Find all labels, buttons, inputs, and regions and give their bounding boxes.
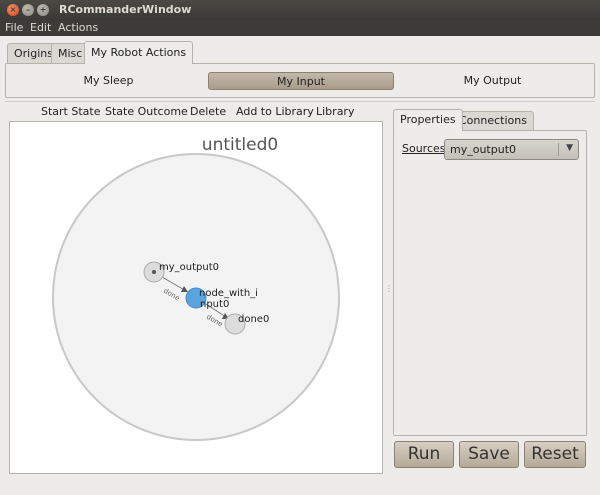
graph-canvas[interactable]: untitled0 done done my_output0 node_with… — [9, 121, 383, 474]
maximize-icon[interactable]: + — [37, 4, 49, 16]
action-my-sleep[interactable]: My Sleep — [16, 72, 201, 90]
menu-bar: File Edit Actions — [0, 20, 600, 36]
tab-connections[interactable]: Connections — [452, 111, 534, 131]
state-outcome-button[interactable]: State Outcome — [105, 105, 188, 118]
menu-file[interactable]: File — [5, 21, 23, 34]
actions-panel: My Sleep My Input My Output — [5, 63, 595, 98]
close-icon[interactable]: × — [7, 4, 19, 16]
action-my-output[interactable]: My Output — [400, 72, 585, 90]
start-state-button[interactable]: Start State — [41, 105, 101, 118]
tab-robot-actions[interactable]: My Robot Actions — [84, 41, 194, 64]
library-button[interactable]: Library — [316, 105, 354, 118]
run-button[interactable]: Run — [394, 441, 454, 468]
chevron-down-icon: ▼ — [566, 143, 573, 153]
sources-label: Sources — [402, 142, 446, 155]
action-my-input[interactable]: My Input — [208, 72, 394, 90]
menu-edit[interactable]: Edit — [30, 21, 51, 34]
sources-label-text: Sources — [402, 142, 446, 155]
sources-value: my_output0 — [450, 143, 517, 156]
state-node-label: node_with_i — [199, 288, 258, 299]
add-to-library-button[interactable]: Add to Library — [236, 105, 314, 118]
reset-button[interactable]: Reset — [524, 441, 586, 468]
delete-button[interactable]: Delete — [190, 105, 226, 118]
graph-title: untitled0 — [202, 135, 278, 155]
title-bar: × – + RCommanderWindow — [0, 0, 600, 20]
splitter-handle[interactable]: ⋮ — [385, 284, 393, 293]
dropdown-separator — [558, 143, 559, 156]
properties-panel: Sources my_output0 ▼ — [393, 130, 587, 436]
tab-properties[interactable]: Properties — [393, 109, 463, 131]
window-title: RCommanderWindow — [59, 3, 192, 16]
sources-dropdown[interactable]: my_output0 ▼ — [444, 139, 579, 160]
state-node-label: my_output0 — [159, 262, 219, 273]
state-node-label-line2: nput0 — [200, 299, 229, 310]
minimize-icon[interactable]: – — [22, 4, 34, 16]
save-button[interactable]: Save — [459, 441, 519, 468]
outcome-node-label: done0 — [238, 314, 269, 325]
menu-actions[interactable]: Actions — [58, 21, 98, 34]
start-state-dot — [152, 270, 156, 274]
